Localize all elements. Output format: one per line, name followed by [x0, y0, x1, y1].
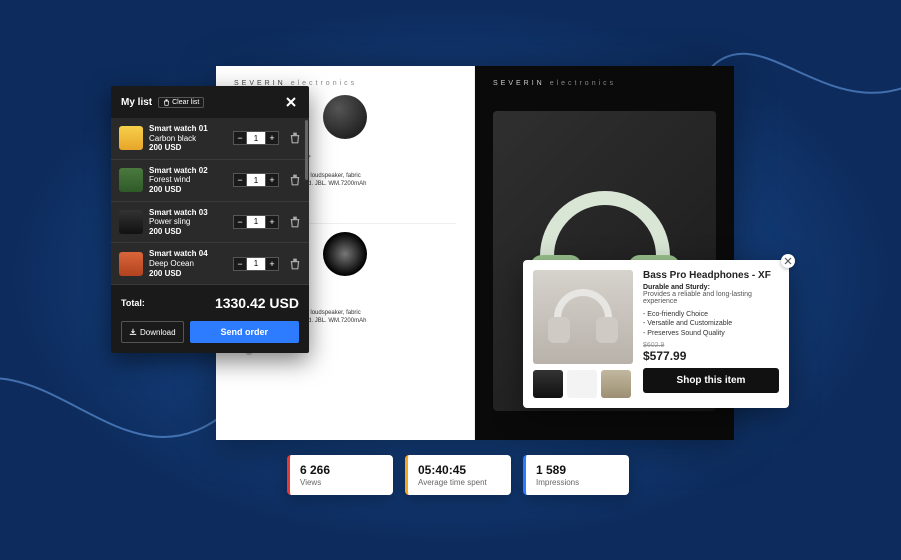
stat-card-views: 6 266 Views — [287, 455, 393, 495]
stat-label: Impressions — [536, 478, 617, 487]
qty-value: 1 — [247, 173, 265, 187]
stat-value: 1 589 — [536, 463, 617, 477]
total-label: Total: — [121, 298, 145, 308]
close-icon — [284, 95, 298, 109]
item-color: Carbon black — [149, 134, 227, 144]
popover-main-image — [533, 270, 633, 364]
download-button[interactable]: Download — [121, 321, 184, 343]
trash-icon — [163, 99, 170, 106]
popover-details: Bass Pro Headphones - XF Durable and Stu… — [643, 270, 779, 398]
download-icon — [129, 328, 137, 336]
thumbnail[interactable] — [533, 370, 563, 398]
clear-list-button[interactable]: Clear list — [158, 97, 204, 108]
stat-card-impressions: 1 589 Impressions — [523, 455, 629, 495]
popover-thumbnails — [533, 370, 633, 398]
item-info: Smart watch 03Power sling200 USD — [149, 208, 227, 237]
item-thumbnail — [119, 168, 143, 192]
trash-icon[interactable] — [289, 216, 301, 228]
quantity-stepper: −1+ — [233, 257, 279, 271]
qty-decrement-button[interactable]: − — [233, 173, 247, 187]
item-color: Forest wind — [149, 175, 227, 185]
stat-label: Average time spent — [418, 478, 499, 487]
close-button[interactable] — [283, 94, 299, 110]
thumbnail[interactable] — [601, 370, 631, 398]
stat-value: 05:40:45 — [418, 463, 499, 477]
brand-name: SEVERIN — [493, 80, 545, 87]
stat-card-time: 05:40:45 Average time spent — [405, 455, 511, 495]
qty-decrement-button[interactable]: − — [233, 215, 247, 229]
item-thumbnail — [119, 210, 143, 234]
close-icon — [784, 257, 792, 265]
quantity-stepper: −1+ — [233, 131, 279, 145]
product-popover: Bass Pro Headphones - XF Durable and Stu… — [523, 260, 789, 408]
stats-row: 6 266 Views 05:40:45 Average time spent … — [287, 455, 629, 495]
popover-title: Bass Pro Headphones - XF — [643, 270, 779, 281]
my-list-body: Smart watch 01Carbon black200 USD−1+Smar… — [111, 118, 309, 285]
item-price: 200 USD — [149, 143, 227, 153]
list-item: Smart watch 03Power sling200 USD−1+ — [111, 202, 309, 244]
trash-icon[interactable] — [289, 258, 301, 270]
list-item: Smart watch 02Forest wind200 USD−1+ — [111, 160, 309, 202]
qty-value: 1 — [247, 257, 265, 271]
qty-value: 1 — [247, 131, 265, 145]
item-name: Smart watch 02 — [149, 166, 227, 176]
qty-decrement-button[interactable]: − — [233, 131, 247, 145]
product-image-speaker — [323, 232, 367, 276]
price: $577.99 — [643, 349, 779, 363]
item-info: Smart watch 04Deep Ocean200 USD — [149, 249, 227, 278]
item-color: Deep Ocean — [149, 259, 227, 269]
item-price: 200 USD — [149, 269, 227, 279]
item-info: Smart watch 02Forest wind200 USD — [149, 166, 227, 195]
quantity-stepper: −1+ — [233, 173, 279, 187]
list-item: Smart watch 04Deep Ocean200 USD−1+ — [111, 243, 309, 285]
shop-item-button[interactable]: Shop this item — [643, 368, 779, 393]
my-list-header: My list Clear list — [111, 86, 309, 118]
item-price: 200 USD — [149, 227, 227, 237]
qty-increment-button[interactable]: + — [265, 131, 279, 145]
item-name: Smart watch 01 — [149, 124, 227, 134]
popover-subhead: Durable and Sturdy: — [643, 284, 779, 291]
thumbnail[interactable] — [567, 370, 597, 398]
item-price: 200 USD — [149, 185, 227, 195]
popover-close-button[interactable] — [781, 254, 795, 268]
item-info: Smart watch 01Carbon black200 USD — [149, 124, 227, 153]
qty-increment-button[interactable]: + — [265, 215, 279, 229]
item-thumbnail — [119, 252, 143, 276]
popover-bullets: - Eco-friendly Choice - Versatile and Cu… — [643, 310, 779, 338]
item-color: Power sling — [149, 217, 227, 227]
popover-gallery — [533, 270, 633, 398]
qty-value: 1 — [247, 215, 265, 229]
qty-decrement-button[interactable]: − — [233, 257, 247, 271]
total-amount: 1330.42 USD — [215, 295, 299, 311]
qty-increment-button[interactable]: + — [265, 173, 279, 187]
scrollbar-thumb[interactable] — [305, 120, 308, 180]
item-name: Smart watch 03 — [149, 208, 227, 218]
list-item: Smart watch 01Carbon black200 USD−1+ — [111, 118, 309, 160]
item-name: Smart watch 04 — [149, 249, 227, 259]
item-thumbnail — [119, 126, 143, 150]
total-row: Total: 1330.42 USD — [111, 285, 309, 321]
send-order-button[interactable]: Send order — [190, 321, 299, 343]
product-image-sphere — [323, 95, 367, 139]
brand-suffix: electronics — [550, 80, 616, 87]
stat-value: 6 266 — [300, 463, 381, 477]
my-list-actions: Download Send order — [111, 321, 309, 353]
trash-icon[interactable] — [289, 174, 301, 186]
popover-description: Provides a reliable and long-lasting exp… — [643, 291, 779, 305]
my-list-title: My list — [121, 97, 152, 108]
my-list-panel: My list Clear list Smart watch 01Carbon … — [111, 86, 309, 353]
quantity-stepper: −1+ — [233, 215, 279, 229]
trash-icon[interactable] — [289, 132, 301, 144]
stat-label: Views — [300, 478, 381, 487]
old-price: $602.9 — [643, 342, 779, 349]
brand-line: SEVERIN electronics — [493, 80, 716, 87]
qty-increment-button[interactable]: + — [265, 257, 279, 271]
